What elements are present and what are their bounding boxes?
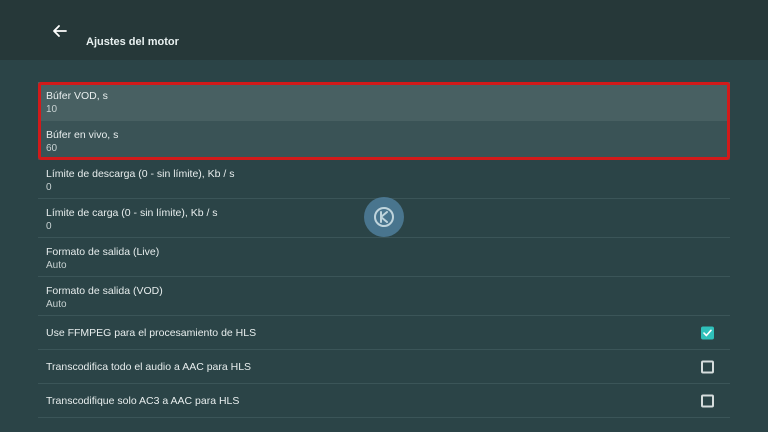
toggle-ffmpeg-hls[interactable]: Use FFMPEG para el procesamiento de HLS (38, 316, 730, 350)
setting-value: 60 (46, 143, 58, 154)
setting-value: 0 (46, 182, 52, 193)
top-bar: Ajustes del motor (0, 0, 768, 60)
toggle-label: Use FFMPEG para el procesamiento de HLS (46, 326, 257, 339)
setting-label: Formato de salida (Live) (46, 246, 160, 258)
setting-vod-buffer[interactable]: Búfer VOD, s 10 (38, 82, 730, 121)
setting-value: Auto (46, 260, 67, 271)
setting-output-format-live[interactable]: Formato de salida (Live) Auto (38, 238, 730, 277)
watermark-logo-icon (364, 197, 404, 237)
toggle-transcode-all-audio[interactable]: Transcodifica todo el audio a AAC para H… (38, 350, 730, 384)
checkbox-unchecked[interactable] (701, 394, 714, 407)
toggle-label: Transcodifica todo el audio a AAC para H… (46, 360, 252, 373)
setting-label: Formato de salida (VOD) (46, 285, 163, 297)
setting-value: 0 (46, 221, 52, 232)
settings-list: Búfer VOD, s 10 Búfer en vivo, s 60 Lími… (38, 82, 730, 418)
setting-label: Búfer VOD, s (46, 90, 108, 102)
setting-label: Límite de carga (0 - sin límite), Kb / s (46, 207, 218, 219)
setting-value: Auto (46, 299, 67, 310)
setting-value: 10 (46, 104, 58, 115)
page-title: Ajustes del motor (86, 36, 179, 48)
check-icon (703, 329, 712, 336)
arrow-left-icon[interactable] (51, 22, 69, 40)
checkbox-checked[interactable] (701, 326, 714, 339)
setting-output-format-vod[interactable]: Formato de salida (VOD) Auto (38, 277, 730, 316)
toggle-label: Transcodifique solo AC3 a AAC para HLS (46, 394, 240, 407)
checkbox-unchecked[interactable] (701, 360, 714, 373)
toggle-transcode-ac3[interactable]: Transcodifique solo AC3 a AAC para HLS (38, 384, 730, 418)
setting-live-buffer[interactable]: Búfer en vivo, s 60 (38, 121, 730, 160)
setting-label: Límite de descarga (0 - sin límite), Kb … (46, 168, 235, 180)
setting-download-limit[interactable]: Límite de descarga (0 - sin límite), Kb … (38, 160, 730, 199)
setting-label: Búfer en vivo, s (46, 129, 119, 141)
